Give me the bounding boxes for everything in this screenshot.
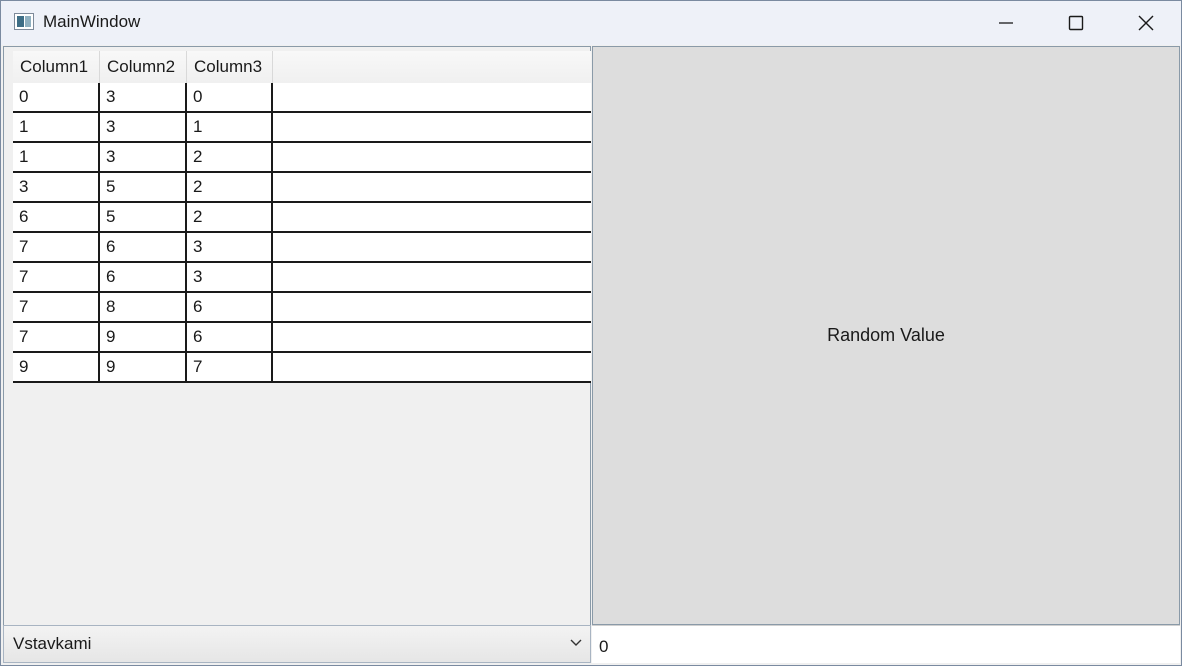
value-text: 0 [599,637,609,656]
table-cell[interactable]: 9 [100,353,187,381]
table-cell[interactable]: 6 [187,293,273,321]
title-bar[interactable]: MainWindow [1,1,1181,45]
table-cell[interactable]: 3 [100,83,187,111]
table-cell[interactable]: 6 [100,233,187,261]
data-grid[interactable]: Column1 Column2 Column3 0 3 0 1 3 1 1 3 … [3,46,591,625]
table-cell[interactable]: 1 [13,143,100,171]
table-cell[interactable]: 5 [100,173,187,201]
table-cell[interactable]: 2 [187,173,273,201]
maximize-icon [1068,15,1084,31]
close-icon [1138,15,1154,31]
table-cell[interactable]: 0 [187,83,273,111]
table-row[interactable]: 7 6 3 [13,233,591,263]
table-row[interactable]: 1 3 2 [13,143,591,173]
maximize-button[interactable] [1041,1,1111,45]
table-cell[interactable]: 5 [100,203,187,231]
grid-rows: 0 3 0 1 3 1 1 3 2 3 5 2 6 5 2 7 6 3 7 6 … [13,83,591,383]
table-cell[interactable]: 3 [13,173,100,201]
table-cell[interactable]: 3 [100,113,187,141]
app-window-icon [14,13,34,30]
column-header[interactable]: Column3 [187,51,273,83]
table-row[interactable]: 7 6 3 [13,263,591,293]
window-title: MainWindow [43,12,141,31]
table-cell[interactable]: 9 [100,323,187,351]
table-cell[interactable]: 2 [187,203,273,231]
random-value-panel[interactable]: Random Value [592,46,1180,625]
table-cell[interactable]: 3 [187,233,273,261]
table-cell[interactable]: 0 [13,83,100,111]
table-row[interactable]: 9 9 7 [13,353,591,383]
table-row[interactable]: 3 5 2 [13,173,591,203]
table-cell[interactable]: 9 [13,353,100,381]
minimize-icon [999,22,1013,24]
random-value-label: Random Value [827,325,945,345]
table-cell[interactable]: 6 [100,263,187,291]
table-cell[interactable]: 7 [13,293,100,321]
sort-method-combobox[interactable]: Vstavkami [3,625,591,663]
column-header[interactable]: Column1 [13,51,100,83]
table-cell[interactable]: 1 [13,113,100,141]
main-window: MainWindow Column1 Column2 Column3 0 3 0… [0,0,1182,666]
table-cell[interactable]: 7 [13,263,100,291]
table-cell[interactable]: 2 [187,143,273,171]
table-cell[interactable]: 6 [187,323,273,351]
table-row[interactable]: 1 3 1 [13,113,591,143]
table-cell[interactable]: 1 [187,113,273,141]
table-cell[interactable]: 7 [187,353,273,381]
grid-header: Column1 Column2 Column3 [13,51,591,84]
table-cell[interactable]: 8 [100,293,187,321]
minimize-button[interactable] [971,1,1041,45]
table-row[interactable]: 7 8 6 [13,293,591,323]
value-textbox[interactable]: 0 [592,625,1180,663]
close-button[interactable] [1111,1,1181,45]
table-row[interactable]: 0 3 0 [13,83,591,113]
table-cell[interactable]: 3 [100,143,187,171]
table-cell[interactable]: 7 [13,323,100,351]
table-row[interactable]: 7 9 6 [13,323,591,353]
chevron-down-icon [570,639,582,646]
table-cell[interactable]: 3 [187,263,273,291]
table-cell[interactable]: 7 [13,233,100,261]
combobox-selected-value: Vstavkami [13,634,92,653]
column-header[interactable]: Column2 [100,51,187,83]
table-row[interactable]: 6 5 2 [13,203,591,233]
table-cell[interactable]: 6 [13,203,100,231]
